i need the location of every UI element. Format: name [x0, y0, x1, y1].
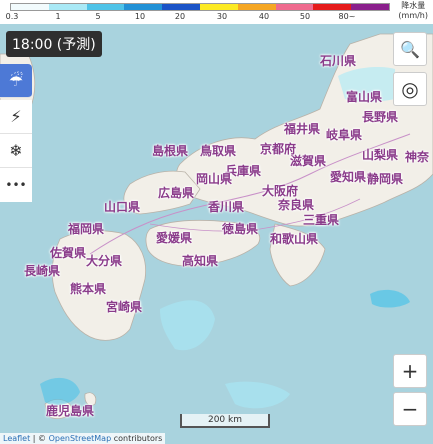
- lightning-icon: ⚡: [10, 107, 22, 126]
- locate-button[interactable]: ◎: [393, 72, 427, 106]
- map-canvas[interactable]: 石川県 富山県 長野県 岐阜県 山梨県 神奈 福井県 滋賀県 京都府 愛知県 静…: [0, 24, 433, 444]
- more-button[interactable]: •••: [0, 168, 32, 202]
- leaflet-link[interactable]: Leaflet: [3, 434, 30, 443]
- prefecture-label: 富山県: [346, 90, 383, 104]
- precipitation-legend: 0.3 1 5 10 20 30 40 50 80~ 降水量 (mm/h): [0, 0, 433, 24]
- prefecture-label: 大分県: [86, 254, 123, 268]
- rain-layer-button[interactable]: ☔: [0, 64, 32, 98]
- locate-icon: ◎: [401, 77, 419, 101]
- legend-color-segment: [275, 4, 314, 10]
- map-basemap: [0, 33, 433, 420]
- prefecture-label: 愛媛県: [156, 231, 193, 245]
- legend-title: 降水量: [401, 1, 426, 10]
- prefecture-label: 長野県: [362, 110, 399, 124]
- lightning-layer-button[interactable]: ⚡: [0, 100, 32, 134]
- attribution-separator: | ©: [32, 434, 47, 443]
- more-icon: •••: [5, 178, 27, 192]
- legend-tick: 20: [174, 12, 186, 21]
- prefecture-label: 神奈: [405, 150, 430, 164]
- osm-link[interactable]: OpenStreetMap: [49, 434, 112, 443]
- legend-color-bar: [10, 3, 390, 11]
- legend-tick: 0.3: [5, 12, 19, 21]
- legend-tick: 80~: [338, 12, 356, 21]
- map-scale-bar: 200 km: [180, 414, 270, 428]
- legend-tick: 1: [55, 12, 61, 21]
- legend-tick: 40: [258, 12, 270, 21]
- snow-layer-button[interactable]: ❄: [0, 134, 32, 168]
- attribution-contributors: contributors: [113, 434, 163, 443]
- legend-color-segment: [162, 4, 200, 10]
- prefecture-label: 山口県: [104, 200, 141, 214]
- prefecture-label: 島根県: [152, 144, 189, 158]
- legend-color-segment: [86, 4, 125, 10]
- prefecture-label: 長崎県: [24, 264, 61, 278]
- legend-tick: 30: [216, 12, 228, 21]
- prefecture-label: 山梨県: [362, 148, 399, 162]
- prefecture-label: 鳥取県: [200, 144, 237, 158]
- prefecture-label: 徳島県: [222, 222, 259, 236]
- legend-color-segment: [351, 4, 389, 10]
- legend-color-segment: [11, 4, 49, 10]
- prefecture-label: 福岡県: [68, 222, 105, 236]
- prefecture-label: 高知県: [182, 254, 219, 268]
- legend-tick: 5: [95, 12, 101, 21]
- prefecture-label: 岐阜県: [326, 128, 363, 142]
- prefecture-label: 石川県: [320, 54, 357, 68]
- minus-icon: −: [401, 397, 419, 421]
- prefecture-label: 福井県: [284, 122, 321, 136]
- legend-tick: 50: [299, 12, 311, 21]
- zoom-in-button[interactable]: +: [393, 354, 427, 388]
- legend-tick: 10: [134, 12, 146, 21]
- search-icon: 🔍: [400, 39, 420, 59]
- prefecture-label: 佐賀県: [50, 246, 87, 260]
- prefecture-label: 鹿児島県: [46, 404, 95, 418]
- plus-icon: +: [401, 359, 419, 383]
- rain-icon: ☔: [8, 71, 24, 90]
- zoom-out-button[interactable]: −: [393, 392, 427, 426]
- prefecture-label: 愛知県: [330, 170, 367, 184]
- snow-icon: ❄: [9, 141, 23, 160]
- prefecture-label: 京都府: [260, 142, 297, 156]
- legend-unit-label: (mm/h): [398, 11, 428, 20]
- legend-color-segment: [313, 4, 352, 10]
- prefecture-label: 静岡県: [367, 172, 404, 186]
- prefecture-label: 岡山県: [196, 172, 233, 186]
- legend-color-segment: [199, 4, 238, 10]
- prefecture-label: 三重県: [303, 213, 340, 227]
- forecast-time-label: 18:00 (予測): [6, 31, 102, 57]
- prefecture-label: 熊本県: [70, 282, 107, 296]
- legend-color-segment: [48, 4, 87, 10]
- search-button[interactable]: 🔍: [393, 32, 427, 66]
- map-attribution: Leaflet | © OpenStreetMap contributors: [0, 433, 166, 444]
- prefecture-label: 香川県: [208, 200, 245, 214]
- legend-color-segment: [124, 4, 163, 10]
- legend-unit: 降水量 (mm/h): [398, 1, 428, 21]
- prefecture-label: 和歌山県: [270, 232, 319, 246]
- legend-color-segment: [237, 4, 276, 10]
- prefecture-label: 宮崎県: [106, 300, 143, 314]
- prefecture-label: 広島県: [158, 186, 195, 200]
